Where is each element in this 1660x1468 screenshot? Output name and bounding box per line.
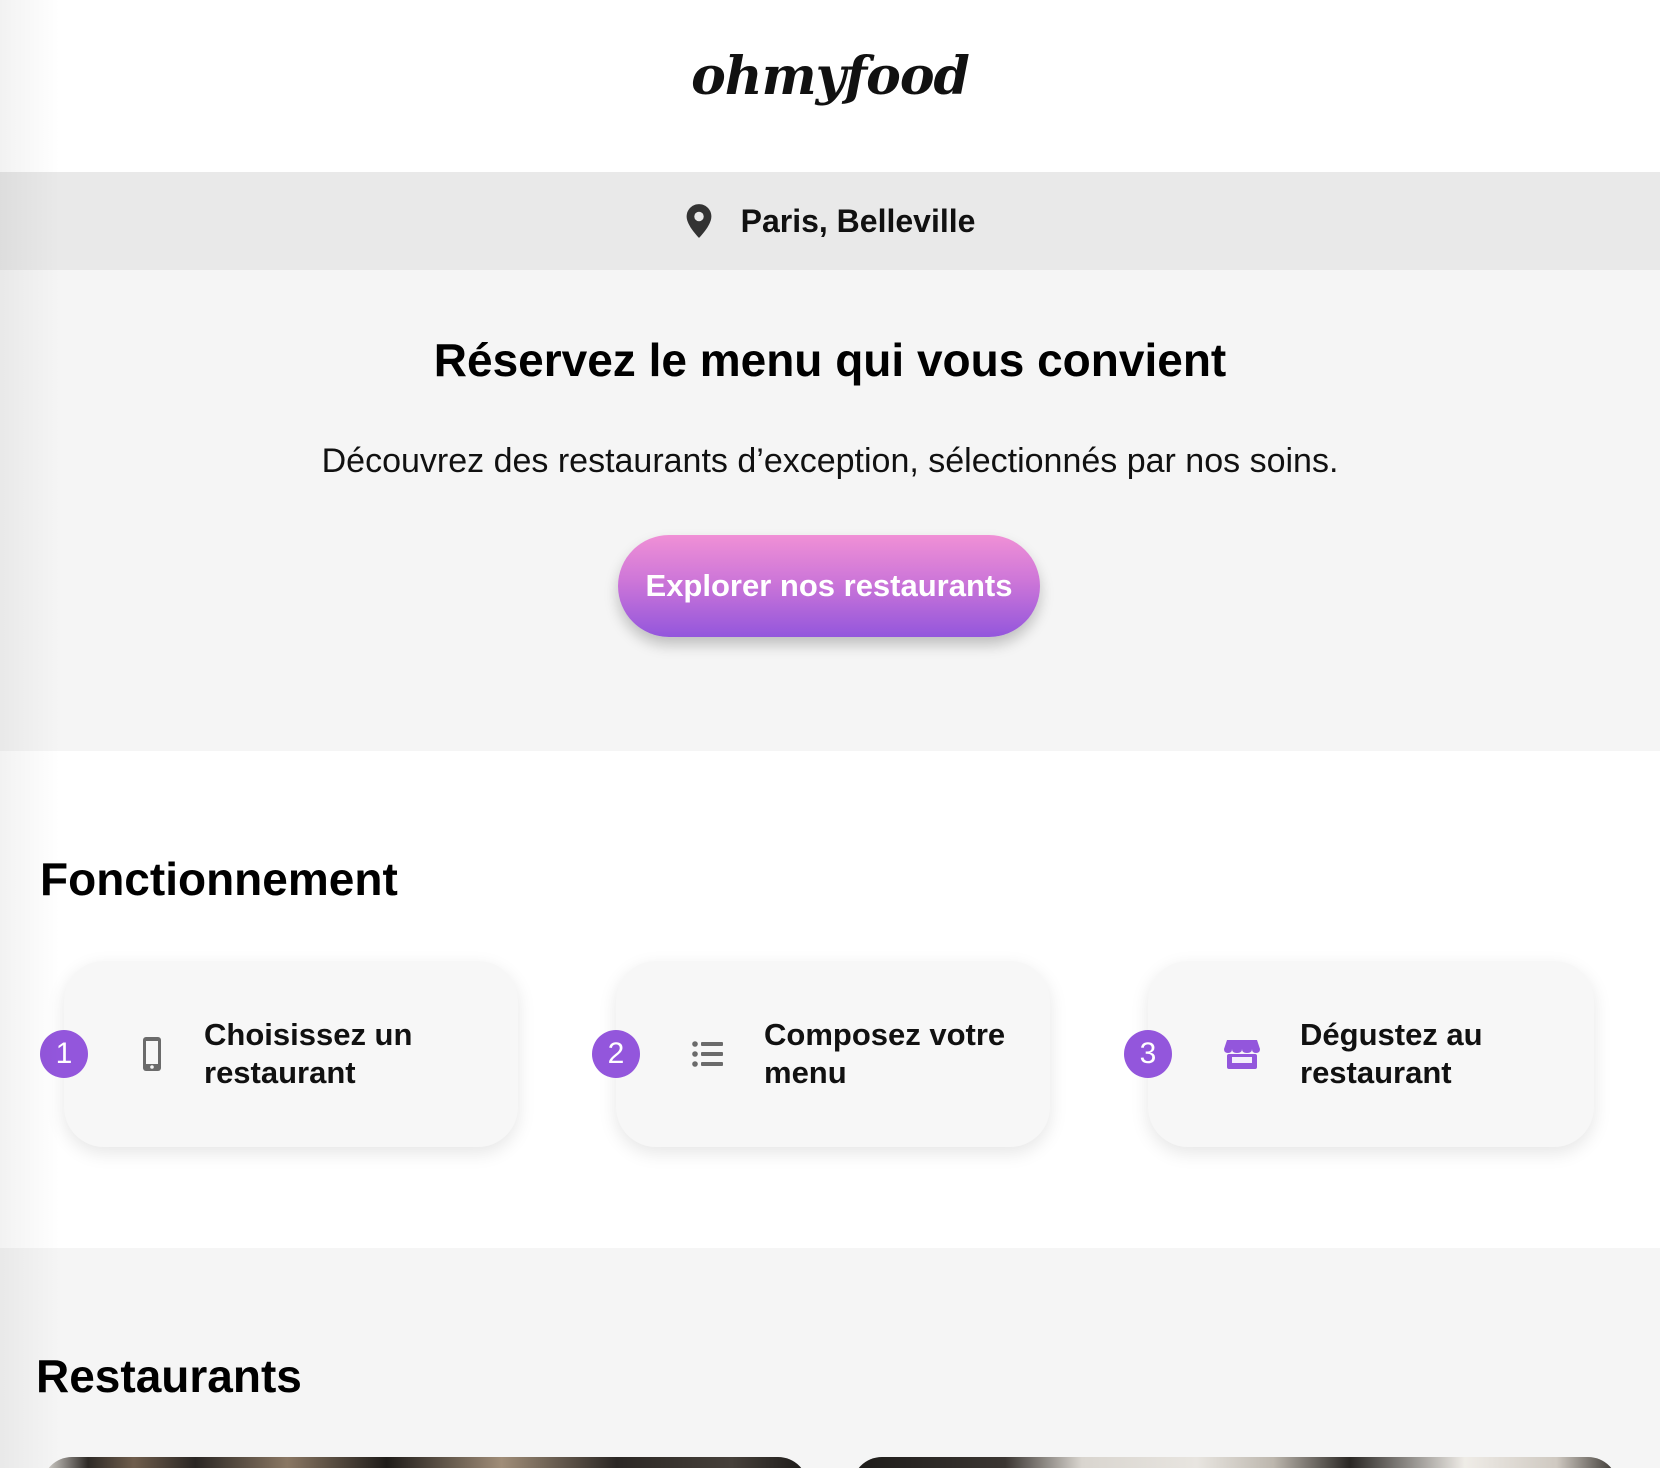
how-it-works-title: Fonctionnement <box>40 853 398 905</box>
step-label-line2: restaurant <box>204 1055 356 1090</box>
location-inner: Paris, Belleville <box>0 172 1660 270</box>
step-label-1: Choisissez un restaurant <box>204 1016 412 1092</box>
step-label-line2: menu <box>764 1055 847 1090</box>
hero-subtitle: Découvrez des restaurants d’exception, s… <box>321 442 1339 480</box>
step-number-badge: 2 <box>592 1030 640 1078</box>
list-icon <box>688 1034 728 1074</box>
hero-title: Réservez le menu qui vous convient <box>433 334 1227 386</box>
step-label-line2: restaurant <box>1300 1055 1452 1090</box>
store-icon <box>1222 1034 1262 1074</box>
step-label-line1: Dégustez au <box>1300 1017 1483 1052</box>
explore-restaurants-button[interactable]: Explorer nos restaurants <box>618 535 1040 637</box>
map-pin-icon <box>685 203 713 239</box>
restaurant-card-image[interactable] <box>42 1457 808 1468</box>
page: ohmyfood Paris, Belleville Réservez le m… <box>0 0 1660 1468</box>
step-label-3: Dégustez au restaurant <box>1300 1016 1483 1092</box>
step-label-line1: Choisissez un <box>204 1017 413 1052</box>
hero-section: Réservez le menu qui vous convient Décou… <box>0 270 1660 751</box>
step-label-line1: Composez votre <box>764 1017 1006 1052</box>
restaurant-card-image[interactable] <box>852 1457 1618 1468</box>
step-label-2: Composez votre menu <box>764 1016 1005 1092</box>
restaurants-title: Restaurants <box>36 1350 302 1402</box>
logo[interactable]: ohmyfood <box>0 42 1660 112</box>
step-number-badge: 1 <box>40 1030 88 1078</box>
mobile-phone-icon <box>132 1034 172 1074</box>
step-number-badge: 3 <box>1124 1030 1172 1078</box>
location-text: Paris, Belleville <box>740 202 976 239</box>
site-header: ohmyfood <box>0 0 1660 172</box>
restaurants-section: Restaurants <box>0 1248 1660 1468</box>
how-it-works-section: Fonctionnement 1 Choisissez un restauran… <box>0 751 1660 1248</box>
location-bar: Paris, Belleville <box>0 172 1660 270</box>
